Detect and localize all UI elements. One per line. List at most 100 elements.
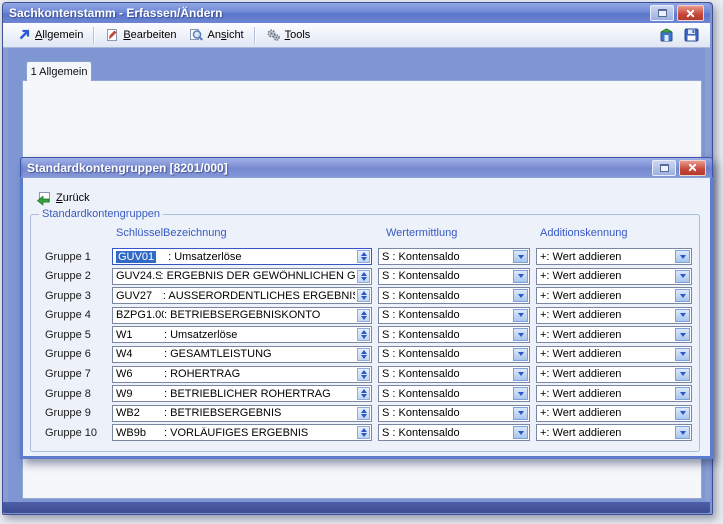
group-row: Gruppe 3 GUV27 : AUSSERORDENTLICHES ERGE… xyxy=(38,287,694,304)
additionskennung-value: +: Wert addieren xyxy=(540,251,621,263)
spinner-control[interactable] xyxy=(357,387,370,400)
wertermittlung-select[interactable]: S : Kontensaldo xyxy=(378,248,530,265)
spinner-control[interactable] xyxy=(357,328,370,341)
dialog-restore-button[interactable] xyxy=(652,160,676,176)
dropdown-arrow-icon[interactable] xyxy=(675,270,690,283)
schluessel-value: GUV24.S3 xyxy=(116,270,161,282)
dropdown-arrow-icon[interactable] xyxy=(513,309,528,322)
spinner-control[interactable] xyxy=(357,407,370,420)
package-icon[interactable] xyxy=(658,27,675,43)
wertermittlung-select[interactable]: S : Kontensaldo xyxy=(378,326,530,343)
dropdown-arrow-icon[interactable] xyxy=(513,426,528,439)
spinner-control[interactable] xyxy=(357,348,370,361)
bezeichnung-value: : ROHERTRAG xyxy=(164,368,240,380)
group-row-label: Gruppe 8 xyxy=(38,388,112,400)
dropdown-arrow-icon[interactable] xyxy=(513,387,528,400)
arrow-ne-icon xyxy=(17,28,31,42)
menu-item-ansicht[interactable]: Ansicht xyxy=(183,26,250,44)
save-icon[interactable] xyxy=(683,27,700,43)
dropdown-arrow-icon[interactable] xyxy=(675,348,690,361)
group-row-label: Gruppe 3 xyxy=(38,290,112,302)
additionskennung-select[interactable]: +: Wert addieren xyxy=(536,307,692,324)
additionskennung-select[interactable]: +: Wert addieren xyxy=(536,268,692,285)
spinner-control[interactable] xyxy=(357,368,370,381)
standardkontengruppen-dialog: Standardkontengruppen [8201/000] Zurück … xyxy=(20,157,713,459)
group-row-label: Gruppe 6 xyxy=(38,348,112,360)
additionskennung-select[interactable]: +: Wert addieren xyxy=(536,346,692,363)
dropdown-arrow-icon[interactable] xyxy=(513,407,528,420)
spinner-control[interactable] xyxy=(357,289,370,302)
dropdown-arrow-icon[interactable] xyxy=(675,250,690,263)
additionskennung-value: +: Wert addieren xyxy=(540,368,621,380)
additionskennung-value: +: Wert addieren xyxy=(540,290,621,302)
tab-allgemein[interactable]: 1 Allgemein xyxy=(26,61,92,81)
schluessel-bezeichnung-field[interactable]: W9 : BETRIEBLICHER ROHERTRAG xyxy=(112,385,372,402)
schluessel-bezeichnung-field[interactable]: WB9b : VORLÄUFIGES ERGEBNIS xyxy=(112,424,372,441)
schluessel-value: GUV01 xyxy=(116,251,156,263)
dropdown-arrow-icon[interactable] xyxy=(513,348,528,361)
bezeichnung-value: : BETRIEBLICHER ROHERTRAG xyxy=(164,388,331,400)
dropdown-arrow-icon[interactable] xyxy=(513,250,528,263)
spinner-control[interactable] xyxy=(357,426,370,439)
dropdown-arrow-icon[interactable] xyxy=(513,270,528,283)
additionskennung-select[interactable]: +: Wert addieren xyxy=(536,326,692,343)
menu-label: Tools xyxy=(285,29,311,41)
group-row-label: Gruppe 4 xyxy=(38,309,112,321)
toolbar-separator xyxy=(254,27,256,44)
dropdown-arrow-icon[interactable] xyxy=(675,387,690,400)
zurueck-button[interactable]: Zurück xyxy=(30,187,95,209)
schluessel-bezeichnung-field[interactable]: W6 : ROHERTRAG xyxy=(112,366,372,383)
schluessel-bezeichnung-field[interactable]: GUV01 : Umsatzerlöse xyxy=(112,248,372,265)
schluessel-bezeichnung-field[interactable]: GUV27 : AUSSERORDENTLICHES ERGEBNIS xyxy=(112,287,372,304)
spinner-control[interactable] xyxy=(357,309,370,322)
dropdown-arrow-icon[interactable] xyxy=(513,328,528,341)
bezeichnung-value: : BETRIEBSERGEBNISKONTO xyxy=(164,309,320,321)
dropdown-arrow-icon[interactable] xyxy=(675,407,690,420)
additionskennung-select[interactable]: +: Wert addieren xyxy=(536,366,692,383)
schluessel-bezeichnung-field[interactable]: GUV24.S3 : ERGEBNIS DER GEWÖHNLICHEN GES xyxy=(112,268,372,285)
wertermittlung-select[interactable]: S : Kontensaldo xyxy=(378,424,530,441)
additionskennung-select[interactable]: +: Wert addieren xyxy=(536,385,692,402)
dialog-title: Standardkontengruppen [8201/000] xyxy=(27,161,228,175)
restore-button[interactable] xyxy=(650,5,674,21)
schluessel-bezeichnung-field[interactable]: BZPG1.00 : BETRIEBSERGEBNISKONTO xyxy=(112,307,372,324)
dropdown-arrow-icon[interactable] xyxy=(675,309,690,322)
spinner-control[interactable] xyxy=(357,270,370,283)
dropdown-arrow-icon[interactable] xyxy=(675,426,690,439)
dropdown-arrow-icon[interactable] xyxy=(513,289,528,302)
menu-label: Ansicht xyxy=(208,29,244,41)
wertermittlung-select[interactable]: S : Kontensaldo xyxy=(378,366,530,383)
dropdown-arrow-icon[interactable] xyxy=(675,368,690,381)
wertermittlung-select[interactable]: S : Kontensaldo xyxy=(378,268,530,285)
schluessel-bezeichnung-field[interactable]: W4 : GESAMTLEISTUNG xyxy=(112,346,372,363)
close-button[interactable] xyxy=(677,5,704,21)
dropdown-arrow-icon[interactable] xyxy=(513,368,528,381)
wertermittlung-select[interactable]: S : Kontensaldo xyxy=(378,405,530,422)
additionskennung-select[interactable]: +: Wert addieren xyxy=(536,287,692,304)
column-header-additionskennung: Additionskennung xyxy=(540,227,627,239)
dropdown-arrow-icon[interactable] xyxy=(675,328,690,341)
window-border-left xyxy=(3,48,8,502)
schluessel-bezeichnung-field[interactable]: W1 : Umsatzerlöse xyxy=(112,326,372,343)
additionskennung-select[interactable]: +: Wert addieren xyxy=(536,424,692,441)
menu-item-allgemein[interactable]: Allgemein xyxy=(11,26,89,44)
spinner-control[interactable] xyxy=(357,250,370,263)
group-row-label: Gruppe 10 xyxy=(38,427,112,439)
wertermittlung-select[interactable]: S : Kontensaldo xyxy=(378,346,530,363)
additionskennung-select[interactable]: +: Wert addieren xyxy=(536,405,692,422)
additionskennung-value: +: Wert addieren xyxy=(540,329,621,341)
schluessel-bezeichnung-field[interactable]: WB2 : BETRIEBSERGEBNIS xyxy=(112,405,372,422)
wertermittlung-select[interactable]: S : Kontensaldo xyxy=(378,287,530,304)
additionskennung-select[interactable]: +: Wert addieren xyxy=(536,248,692,265)
wertermittlung-value: S : Kontensaldo xyxy=(382,427,460,439)
dropdown-arrow-icon[interactable] xyxy=(675,289,690,302)
additionskennung-value: +: Wert addieren xyxy=(540,348,621,360)
menu-item-bearbeiten[interactable]: Bearbeiten xyxy=(99,26,182,44)
column-header-bezeichnung: Bezeichnung xyxy=(163,227,227,239)
schluessel-value: W9 xyxy=(116,388,164,400)
wertermittlung-select[interactable]: S : Kontensaldo xyxy=(378,385,530,402)
bezeichnung-value: : AUSSERORDENTLICHES ERGEBNIS xyxy=(163,290,355,302)
menu-item-tools[interactable]: Tools xyxy=(260,26,317,44)
wertermittlung-select[interactable]: S : Kontensaldo xyxy=(378,307,530,324)
dialog-close-button[interactable] xyxy=(679,160,706,176)
